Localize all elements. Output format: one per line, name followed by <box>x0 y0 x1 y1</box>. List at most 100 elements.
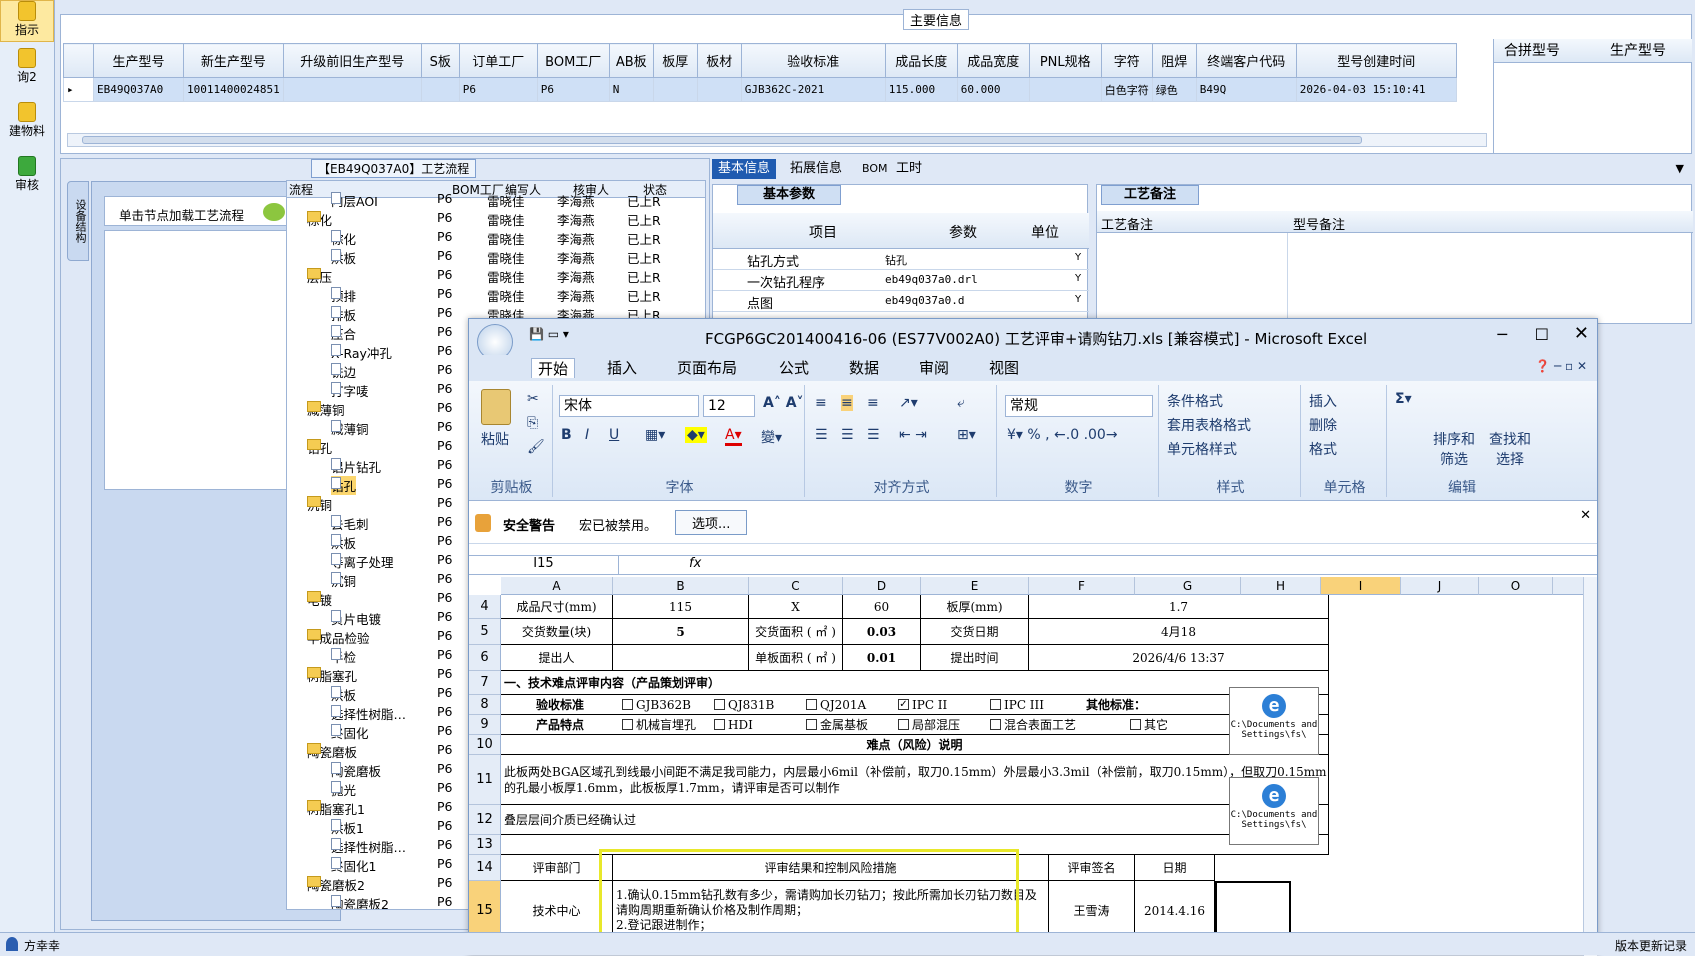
align-middle-icon[interactable]: ≡ <box>841 395 853 411</box>
tree-node[interactable]: 打字唛 <box>331 381 369 400</box>
ribbon-tab[interactable]: 页面布局 <box>671 358 743 378</box>
sheet-cell[interactable]: 评审部门 <box>501 855 613 881</box>
tree-node[interactable]: 内层AOI <box>331 191 378 210</box>
tree-node[interactable]: 陶瓷磨板 <box>307 742 357 761</box>
tree-node[interactable]: 棕化 <box>307 210 332 229</box>
main-col-header[interactable]: 新生产型号 <box>183 43 284 78</box>
main-cell[interactable]: 115.000 <box>884 77 958 102</box>
sheet-cell[interactable]: 2026/4/6 13:37 <box>1029 645 1329 671</box>
checkbox[interactable] <box>622 699 633 710</box>
help-icon[interactable]: ❓ ─ ▫ ✕ <box>1535 359 1587 373</box>
sheet-cell[interactable]: 提出人 <box>501 645 613 671</box>
tree-node[interactable]: 烘板 <box>331 685 356 704</box>
sheet-cell[interactable]: 交货日期 <box>921 619 1029 645</box>
tree-node[interactable]: 树脂塞孔1 <box>307 799 365 818</box>
sheet-cell[interactable]: 叠层层间介质已经确认过 <box>501 805 1329 835</box>
main-cell[interactable]: 白色字符 <box>1100 77 1153 102</box>
copy-icon[interactable]: ⎘ <box>527 415 538 431</box>
checkbox[interactable]: ✓ <box>898 699 909 710</box>
sheet-cell[interactable]: 60 <box>843 595 921 619</box>
column-header[interactable]: J <box>1401 577 1479 595</box>
insert-button[interactable]: 插入 <box>1309 391 1337 411</box>
font-color-icon[interactable]: A▾ <box>725 427 742 446</box>
column-header[interactable]: C <box>749 577 843 595</box>
main-cell[interactable]: GJB362C-2021 <box>740 77 886 102</box>
sheet-cell[interactable]: 板厚(mm) <box>921 595 1029 619</box>
bold-icon[interactable]: B <box>561 427 572 443</box>
sheet-cell[interactable]: 成品尺寸(mm) <box>501 595 613 619</box>
tree-node[interactable]: 烘板 <box>331 248 356 267</box>
ribbon-tab[interactable]: 数据 <box>843 358 885 378</box>
main-col-header[interactable]: 验收标准 <box>740 43 886 78</box>
delete-button[interactable]: 删除 <box>1309 415 1337 435</box>
cell-style-button[interactable]: 单元格样式 <box>1167 439 1237 459</box>
tree-row[interactable]: 内层AOI P6 雷晓佳 李海燕 已上R <box>287 190 705 209</box>
main-col-header[interactable]: 型号创建时间 <box>1295 43 1457 78</box>
sheet-cell[interactable]: 评审签名 <box>1049 855 1135 881</box>
ribbon-tab[interactable]: 视图 <box>983 358 1025 378</box>
tree-node[interactable]: 终固化1 <box>331 856 376 875</box>
close-button[interactable]: ✕ <box>1574 323 1589 344</box>
checkbox[interactable] <box>990 719 1001 730</box>
sheet-cell[interactable]: 验收标准 GJB362B QJ831B QJ201A ✓ IPC II IPC III 其他标… <box>501 695 1329 715</box>
row-header[interactable]: 4 <box>469 595 501 619</box>
row-header[interactable]: 8 <box>469 695 501 715</box>
sheet-cell[interactable]: 115 <box>613 595 749 619</box>
checkbox[interactable] <box>806 719 817 730</box>
tree-node[interactable]: 陶瓷磨板2 <box>307 875 365 894</box>
tree-row[interactable]: 预排 P6 雷晓佳 李海燕 已上R <box>287 285 705 304</box>
underline-icon[interactable]: U <box>609 427 619 443</box>
embedded-object[interactable]: e C:\Documents and Settings\fs\ <box>1229 777 1319 845</box>
main-col-header[interactable]: 升级前旧生产型号 <box>282 43 422 78</box>
sheet-cell[interactable]: 1.7 <box>1029 595 1329 619</box>
currency-icon[interactable]: ¥▾ % , ←.0 .00→ <box>1007 427 1118 443</box>
tree-node[interactable]: 等离子处理 <box>331 552 394 571</box>
main-col-header[interactable]: 终端客户代码 <box>1195 43 1297 78</box>
fill-color-icon[interactable]: ◆▾ <box>685 427 707 443</box>
sheet-cell[interactable]: 产品特点 机械盲埋孔 HDI 金属基板 局部混压 混合表面工艺 其它 <box>501 715 1329 735</box>
sidebar-item-audit[interactable]: 审核 <box>0 156 54 193</box>
autosum-icon[interactable]: Σ▾ <box>1395 391 1412 407</box>
font-name-select[interactable]: 宋体 <box>559 395 699 417</box>
sheet-cell[interactable]: X <box>749 595 843 619</box>
tree-node[interactable]: 棕化 <box>331 229 356 248</box>
tree-node[interactable]: 烘板1 <box>331 818 364 837</box>
tree-node[interactable]: 减薄铜 <box>331 419 369 438</box>
tree-node[interactable]: 沉铜 <box>307 495 332 514</box>
main-col-header[interactable]: S板 <box>420 43 460 78</box>
load-process-hint[interactable]: 单击节点加载工艺流程 <box>104 196 294 226</box>
tree-node[interactable]: 排板 <box>331 305 356 324</box>
main-cell[interactable] <box>696 77 742 102</box>
param-row[interactable]: 一次钻孔程序 eb49q037a0.drl Y <box>713 270 1089 291</box>
border-icon[interactable]: ▦▾ <box>645 427 665 443</box>
tree-node[interactable]: 陶瓷磨板 <box>331 761 381 780</box>
checkbox[interactable] <box>898 719 909 730</box>
tree-node[interactable]: 预排 <box>331 286 356 305</box>
embedded-object[interactable]: e C:\Documents and Settings\fs\ <box>1229 687 1319 755</box>
align-left-icon[interactable]: ☰ <box>815 427 828 443</box>
align-right-icon[interactable]: ☰ <box>867 427 880 443</box>
tree-row[interactable]: 层压 P6 雷晓佳 李海燕 已上R <box>287 266 705 285</box>
ribbon-tab[interactable]: 插入 <box>601 358 643 378</box>
main-col-header[interactable]: 阻焊 <box>1151 43 1197 78</box>
quick-access-toolbar[interactable]: 💾 ▭ ▾ <box>529 327 569 341</box>
ribbon-tab[interactable]: 开始 <box>531 358 576 378</box>
row-indicator[interactable]: ▸ <box>63 77 94 102</box>
phonetic-icon[interactable]: 變▾ <box>761 427 782 447</box>
tree-node[interactable]: 钻孔 <box>331 476 357 495</box>
tree-node[interactable]: 树脂塞孔 <box>307 666 357 685</box>
main-col-header[interactable]: 板材 <box>696 43 742 78</box>
main-cell[interactable]: 2026-04-03 15:10:41 <box>1295 77 1457 102</box>
row-header[interactable]: 13 <box>469 835 501 855</box>
align-center-icon[interactable]: ☰ <box>841 427 854 443</box>
row-header[interactable]: 5 <box>469 619 501 645</box>
row-header[interactable]: 12 <box>469 805 501 835</box>
tree-node[interactable]: 半检 <box>331 647 356 666</box>
tab-bom[interactable]: BOM <box>856 159 894 179</box>
column-header[interactable]: A <box>501 577 613 595</box>
tree-node[interactable]: 压合 <box>331 324 356 343</box>
tree-row[interactable]: 烘板 P6 雷晓佳 李海燕 已上R <box>287 247 705 266</box>
main-cell[interactable]: 10011400024851 <box>183 77 284 102</box>
main-cell[interactable]: EB49Q037A0 <box>93 77 184 102</box>
sheet-cell[interactable]: 难点（风险）说明 <box>501 735 1329 755</box>
